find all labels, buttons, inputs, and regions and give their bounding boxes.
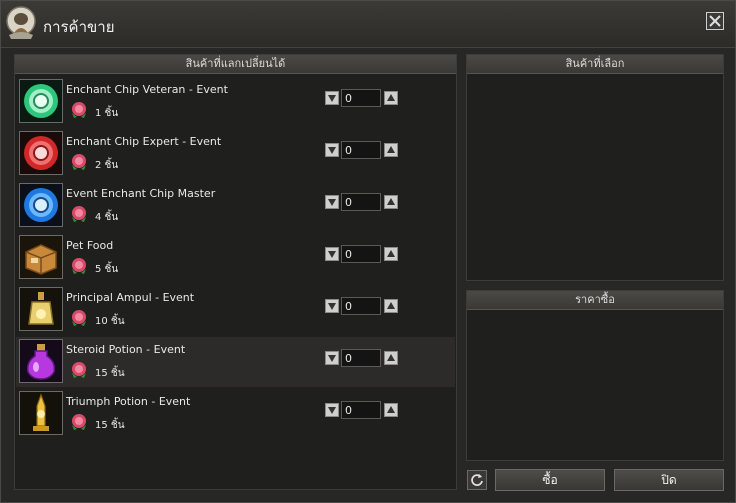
pet-food-box-icon <box>19 235 63 279</box>
rose-icon <box>72 258 86 274</box>
selected-items-panel: สินค้าที่เลือก <box>466 54 724 281</box>
increase-arrow-icon[interactable] <box>384 143 398 157</box>
decrease-arrow-icon[interactable] <box>325 299 339 313</box>
quantity-stepper <box>325 401 400 419</box>
rose-icon <box>72 102 86 118</box>
item-price: 1 ชิ้น <box>95 108 119 119</box>
tradeable-items-panel: สินค้าที่แลกเปลี่ยนได้ Enchant Chip Vete… <box>14 54 457 490</box>
gold-potion-icon <box>19 391 63 435</box>
quantity-input[interactable] <box>341 349 381 367</box>
purchase-price-header: ราคาซื้อ <box>467 291 723 310</box>
buy-button[interactable]: ซื้อ <box>495 469 605 491</box>
increase-arrow-icon[interactable] <box>384 91 398 105</box>
red-enchant-chip-icon <box>19 131 63 175</box>
quantity-input[interactable] <box>341 141 381 159</box>
item-row-enchant-chip-expert[interactable]: Enchant Chip Expert - Event 2 ชิ้น <box>16 129 455 179</box>
item-row-enchant-chip-master[interactable]: Event Enchant Chip Master 4 ชิ้น <box>16 181 455 231</box>
trade-window: การค้าขาย สินค้าที่แลกเปลี่ยนได้ Enchant… <box>0 0 736 503</box>
decrease-arrow-icon[interactable] <box>325 247 339 261</box>
quantity-stepper <box>325 297 400 315</box>
quantity-stepper <box>325 193 400 211</box>
item-price: 10 ชิ้น <box>95 316 125 327</box>
increase-arrow-icon[interactable] <box>384 247 398 261</box>
green-enchant-chip-icon <box>19 79 63 123</box>
item-price: 15 ชิ้น <box>95 420 125 431</box>
decrease-arrow-icon[interactable] <box>325 91 339 105</box>
decrease-arrow-icon[interactable] <box>325 143 339 157</box>
item-row-triumph-potion[interactable]: Triumph Potion - Event 15 ชิ้น <box>16 389 455 439</box>
titlebar: การค้าขาย <box>1 1 735 48</box>
refresh-icon[interactable] <box>467 470 487 490</box>
blue-enchant-chip-icon <box>19 183 63 227</box>
increase-arrow-icon[interactable] <box>384 299 398 313</box>
close-icon[interactable] <box>706 12 724 30</box>
item-name: Triumph Potion - Event <box>66 395 191 408</box>
rose-icon <box>72 206 86 222</box>
item-price: 2 ชิ้น <box>95 160 119 171</box>
tradeable-items-header: สินค้าที่แลกเปลี่ยนได้ <box>15 55 456 74</box>
close-button[interactable]: ปิด <box>614 469 724 491</box>
item-row-enchant-chip-veteran[interactable]: Enchant Chip Veteran - Event 1 ชิ้น <box>16 77 455 127</box>
item-price: 4 ชิ้น <box>95 212 119 223</box>
decrease-arrow-icon[interactable] <box>325 351 339 365</box>
ampul-bottle-icon <box>19 287 63 331</box>
decrease-arrow-icon[interactable] <box>325 195 339 209</box>
item-price: 5 ชิ้น <box>95 264 119 275</box>
quantity-stepper <box>325 141 400 159</box>
quantity-stepper <box>325 245 400 263</box>
item-name: Steroid Potion - Event <box>66 343 186 356</box>
rose-icon <box>72 414 86 430</box>
window-title: การค้าขาย <box>43 18 115 36</box>
rose-icon <box>72 154 86 170</box>
quantity-input[interactable] <box>341 193 381 211</box>
quantity-input[interactable] <box>341 401 381 419</box>
quantity-input[interactable] <box>341 297 381 315</box>
quantity-input[interactable] <box>341 89 381 107</box>
item-name: Enchant Chip Expert - Event <box>66 135 222 148</box>
rose-icon <box>72 362 86 378</box>
item-name: Event Enchant Chip Master <box>66 187 216 200</box>
increase-arrow-icon[interactable] <box>384 195 398 209</box>
quantity-stepper <box>325 349 400 367</box>
rose-icon <box>72 310 86 326</box>
increase-arrow-icon[interactable] <box>384 403 398 417</box>
selected-items-header: สินค้าที่เลือก <box>467 55 723 74</box>
item-name: Pet Food <box>66 239 114 252</box>
quantity-stepper <box>325 89 400 107</box>
quantity-input[interactable] <box>341 245 381 263</box>
decrease-arrow-icon[interactable] <box>325 403 339 417</box>
purchase-price-panel: ราคาซื้อ <box>466 290 724 461</box>
increase-arrow-icon[interactable] <box>384 351 398 365</box>
item-row-steroid-potion[interactable]: Steroid Potion - Event 15 ชิ้น <box>16 337 455 387</box>
purple-potion-icon <box>19 339 63 383</box>
merchant-icon <box>5 5 37 41</box>
item-price: 15 ชิ้น <box>95 368 125 379</box>
item-row-pet-food[interactable]: Pet Food 5 ชิ้น <box>16 233 455 283</box>
item-name: Principal Ampul - Event <box>66 291 195 304</box>
item-name: Enchant Chip Veteran - Event <box>66 83 228 96</box>
item-row-principal-ampul[interactable]: Principal Ampul - Event 10 ชิ้น <box>16 285 455 335</box>
